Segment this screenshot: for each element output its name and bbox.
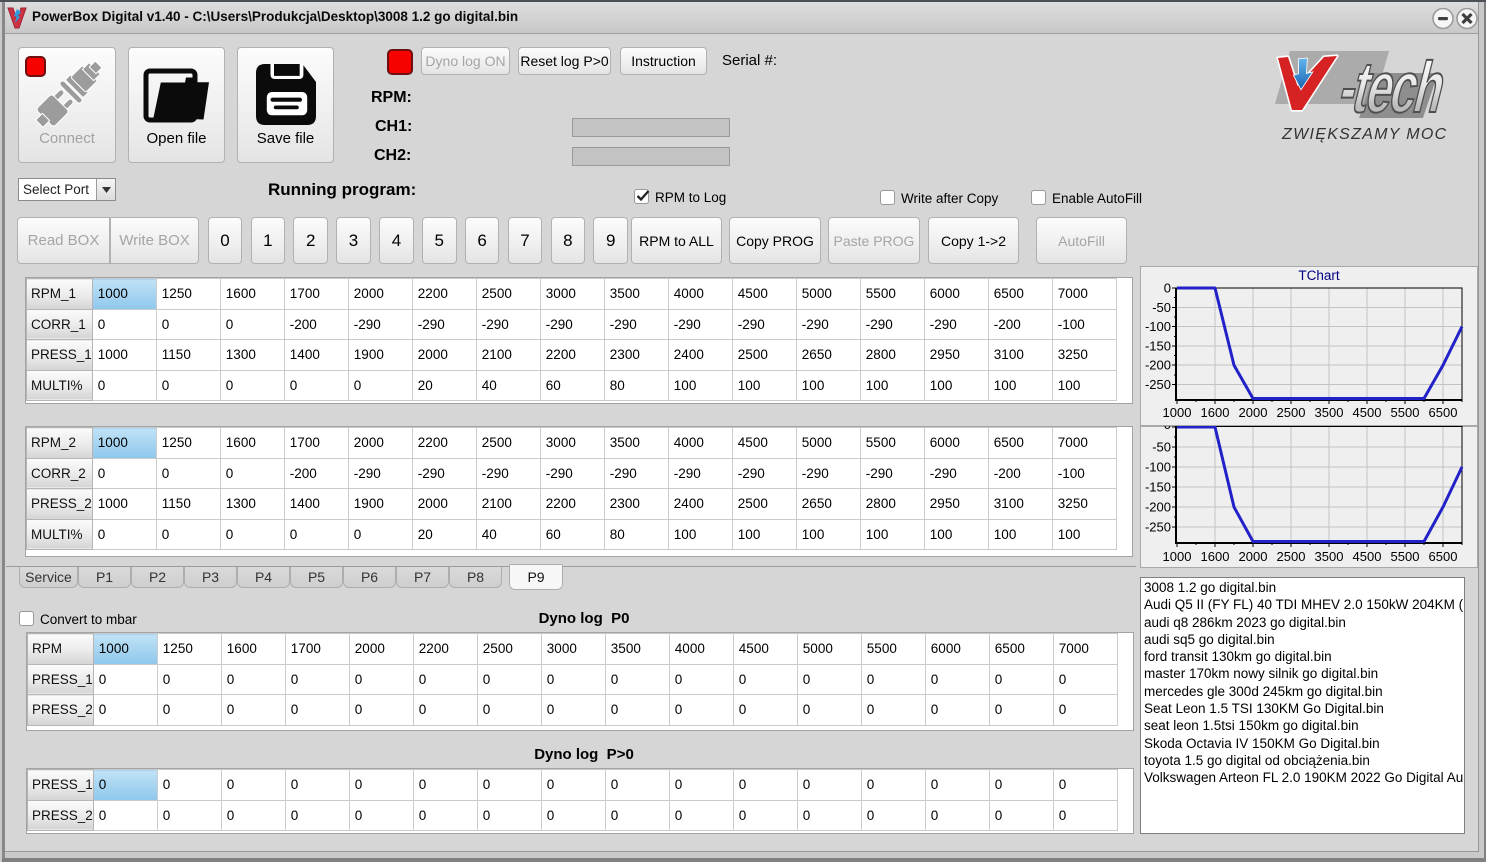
svg-text:2000: 2000: [1239, 405, 1268, 420]
svg-text:-150: -150: [1145, 480, 1171, 495]
svg-text:-100: -100: [1145, 460, 1171, 475]
svg-text:4500: 4500: [1353, 549, 1382, 564]
svg-text:-250: -250: [1145, 520, 1171, 535]
svg-text:1000: 1000: [1163, 405, 1192, 420]
svg-text:-tech: -tech: [1332, 48, 1453, 128]
svg-text:-100: -100: [1145, 319, 1171, 334]
svg-text:3500: 3500: [1315, 549, 1344, 564]
svg-text:-250: -250: [1145, 377, 1171, 392]
svg-text:2000: 2000: [1239, 549, 1268, 564]
svg-text:-150: -150: [1145, 338, 1171, 353]
svg-text:0: 0: [1164, 281, 1171, 296]
svg-text:-200: -200: [1145, 500, 1171, 515]
svg-text:4500: 4500: [1353, 405, 1382, 420]
svg-text:0: 0: [1164, 426, 1171, 432]
svg-text:2500: 2500: [1277, 549, 1306, 564]
svg-text:2500: 2500: [1277, 405, 1306, 420]
svg-text:1600: 1600: [1201, 549, 1230, 564]
svg-text:5500: 5500: [1391, 549, 1420, 564]
svg-text:6500: 6500: [1429, 549, 1458, 564]
svg-text:-50: -50: [1152, 440, 1171, 455]
svg-text:6500: 6500: [1429, 405, 1458, 420]
svg-text:-200: -200: [1145, 358, 1171, 373]
svg-text:ZWIĘKSZAMY MOC: ZWIĘKSZAMY MOC: [1281, 126, 1447, 143]
svg-text:TChart: TChart: [1298, 268, 1340, 283]
svg-text:1000: 1000: [1163, 549, 1192, 564]
svg-text:-50: -50: [1152, 300, 1171, 315]
svg-text:5500: 5500: [1391, 405, 1420, 420]
svg-text:1600: 1600: [1201, 405, 1230, 420]
svg-text:3500: 3500: [1315, 405, 1344, 420]
